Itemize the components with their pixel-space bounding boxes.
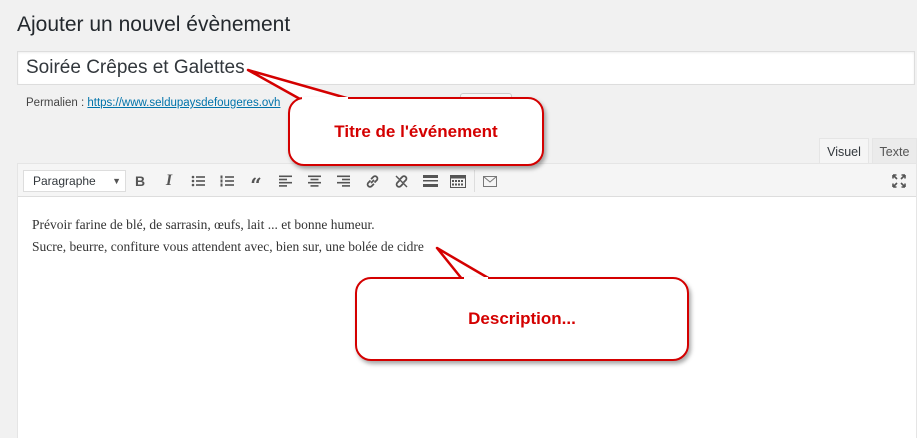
tab-text[interactable]: Texte xyxy=(872,138,917,164)
align-center-icon[interactable] xyxy=(302,170,326,192)
chevron-down-icon: ▼ xyxy=(112,176,121,186)
permalink: Permalien : https://www.seldupaysdefouge… xyxy=(26,97,280,109)
editor-toolbar: Paragraphe ▼ B I “ xyxy=(18,164,916,197)
description-callout: Description... xyxy=(355,277,689,361)
bold-icon[interactable]: B xyxy=(128,170,152,192)
toolbar-separator xyxy=(474,170,475,192)
tab-visual[interactable]: Visuel xyxy=(819,138,869,164)
title-callout: Titre de l'événement xyxy=(288,97,544,166)
numbered-list-icon[interactable] xyxy=(215,170,239,192)
permalink-label: Permalien : xyxy=(26,97,85,109)
link-icon[interactable] xyxy=(360,170,384,192)
editor-content[interactable]: Prévoir farine de blé, de sarrasin, œufs… xyxy=(32,214,424,258)
format-select-value: Paragraphe xyxy=(33,174,96,188)
align-right-icon[interactable] xyxy=(331,170,355,192)
unlink-icon[interactable] xyxy=(389,170,413,192)
event-title-input[interactable]: Soirée Crêpes et Galettes xyxy=(17,51,915,85)
toolbar-toggle-icon[interactable] xyxy=(446,170,470,192)
align-left-icon[interactable] xyxy=(273,170,297,192)
format-select[interactable]: Paragraphe ▼ xyxy=(23,170,126,192)
page-title: Ajouter un nouvel évènement xyxy=(17,13,291,36)
italic-icon[interactable]: I xyxy=(157,170,181,192)
read-more-icon[interactable] xyxy=(418,170,442,192)
mail-icon[interactable] xyxy=(478,170,502,192)
fullscreen-icon[interactable] xyxy=(887,170,911,192)
blockquote-icon[interactable]: “ xyxy=(244,170,268,197)
content-line: Sucre, beurre, confiture vous attendent … xyxy=(32,239,424,254)
permalink-link[interactable]: https://www.seldupaysdefougeres.ovh xyxy=(87,97,280,109)
bullet-list-icon[interactable] xyxy=(186,170,210,192)
content-line: Prévoir farine de blé, de sarrasin, œufs… xyxy=(32,217,375,232)
